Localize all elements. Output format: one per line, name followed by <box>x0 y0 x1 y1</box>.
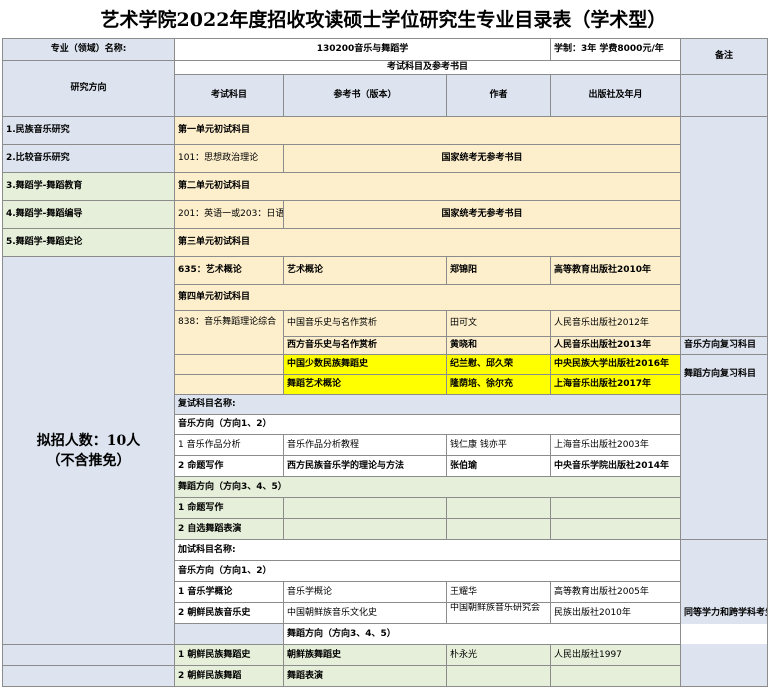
retest-music-subject: 2 命题写作 <box>174 455 284 477</box>
extra-dance-publisher: 人民出版社1997 <box>550 644 681 666</box>
duration-fee: 学制：3年 学费8000元/年 <box>550 38 681 61</box>
unit4-heading: 第四单元初试科目 <box>174 284 681 311</box>
unit4-publisher-highlighted: 上海音乐出版社2017年 <box>550 374 681 395</box>
direction-blank <box>174 623 284 645</box>
direction-item: 3.舞蹈学-舞蹈教育 <box>2 172 175 201</box>
extra-music-subject: 2 朝鲜民族音乐史 <box>174 602 284 624</box>
retest-music-author: 钱仁康 钱亦平 <box>446 434 551 456</box>
quota-note: （不含推免） <box>46 452 131 469</box>
extra-dance-author: 朴永光 <box>446 644 551 666</box>
unit4-book-highlighted: 中国少数民族舞蹈史 <box>283 354 447 375</box>
extra-dance-subject: 1 朝鲜民族舞蹈史 <box>174 644 284 666</box>
direction-item: 4.舞蹈学-舞蹈编导 <box>2 200 175 229</box>
unit1-heading: 第一单元初试科目 <box>174 116 681 145</box>
note-dance-review: 舞蹈方向复习科目 <box>680 354 768 395</box>
extra-music-book: 音乐学概论 <box>283 581 447 603</box>
col-subject-header: 考试科目 <box>174 74 284 117</box>
unit4-blank <box>174 354 284 375</box>
unit4-subject: 838：音乐舞蹈理论综合 <box>174 310 284 355</box>
extra-dance-author <box>446 665 551 687</box>
unit4-author-highlighted: 隆荫培、徐尔充 <box>446 374 551 395</box>
remarks-cell <box>680 394 768 540</box>
note-music-review: 音乐方向复习科目 <box>680 336 768 355</box>
retest-title: 复试科目名称: <box>174 394 681 415</box>
extra-music-subject: 1 音乐学概论 <box>174 581 284 603</box>
retest-dance-subject: 1 命题写作 <box>174 497 284 519</box>
unit4-book: 中国音乐史与名作赏析 <box>283 310 447 337</box>
major-value: 130200音乐与舞蹈学 <box>174 38 551 61</box>
unit4-book: 西方音乐史与名作赏析 <box>283 336 447 355</box>
retest-music-publisher: 上海音乐出版社2003年 <box>550 434 681 456</box>
extra-music-author: 中国朝鲜族音乐研究会 <box>446 602 551 624</box>
unit3-book: 艺术概论 <box>283 256 447 285</box>
extra-title: 加试科目名称: <box>174 539 681 561</box>
direction-blank <box>2 665 175 687</box>
col-author-header: 作者 <box>446 74 551 117</box>
extra-dance-book: 舞蹈表演 <box>283 665 447 687</box>
retest-dance-direction: 舞蹈方向（方向3、4、5） <box>174 476 681 498</box>
direction-item: 5.舞蹈学-舞蹈史论 <box>2 228 175 257</box>
retest-music-subject: 1 音乐作品分析 <box>174 434 284 456</box>
extra-dance-subject: 2 朝鲜民族舞蹈 <box>174 665 284 687</box>
retest-music-author: 张伯瑜 <box>446 455 551 477</box>
extra-dance-direction: 舞蹈方向（方向3、4、5） <box>283 623 768 645</box>
unit2-book: 国家统考无参考书目 <box>283 200 681 229</box>
catalog-table: 专业（领域）名称: 130200音乐与舞蹈学 学制：3年 学费8000元/年 备… <box>2 38 768 687</box>
retest-music-book: 西方民族音乐学的理论与方法 <box>283 455 447 477</box>
unit2-heading: 第二单元初试科目 <box>174 172 681 201</box>
extra-music-publisher: 民族出版社2010年 <box>550 602 681 624</box>
retest-music-book: 音乐作品分析教程 <box>283 434 447 456</box>
col-book-header: 参考书（版本） <box>283 74 447 117</box>
direction-item: 1.民族音乐研究 <box>2 116 175 145</box>
extra-dance-book: 朝鲜族舞蹈史 <box>283 644 447 666</box>
unit4-blank <box>174 374 284 395</box>
remarks-cell <box>680 74 768 117</box>
unit4-author: 田可文 <box>446 310 551 337</box>
unit2-subject: 201：英语一或203：日语 <box>174 200 284 229</box>
direction-blank <box>2 644 175 666</box>
retest-music-direction: 音乐方向（方向1、2） <box>174 414 681 435</box>
direction-header: 研究方向 <box>2 60 175 117</box>
remarks-header: 备注 <box>680 38 768 75</box>
quota-cell: 拟招人数：10人 （不含推免） <box>2 256 175 645</box>
unit3-publisher: 高等教育出版社2010年 <box>550 256 681 285</box>
exam-header: 考试科目及参考书目 <box>174 60 681 75</box>
extra-music-publisher: 高等教育出版社2005年 <box>550 581 681 603</box>
unit4-publisher: 人民音乐出版社2012年 <box>550 310 681 337</box>
unit4-book-highlighted: 舞蹈艺术概论 <box>283 374 447 395</box>
extra-note: 同等学力和跨学科考生需要加试 <box>680 539 768 687</box>
unit4-publisher-highlighted: 中央民族大学出版社2016年 <box>550 354 681 375</box>
extra-dance-publisher <box>550 665 681 687</box>
unit3-author: 郑锦阳 <box>446 256 551 285</box>
remarks-cell <box>680 116 768 337</box>
unit1-subject: 101：思想政治理论 <box>174 144 284 173</box>
extra-music-author: 王耀华 <box>446 581 551 603</box>
direction-item: 2.比较音乐研究 <box>2 144 175 173</box>
extra-music-book: 中国朝鲜族音乐文化史 <box>283 602 447 624</box>
page-title: 艺术学院2022年度招收攻读硕士学位研究生专业目录表（学术型） <box>100 9 667 31</box>
unit4-publisher: 人民音乐出版社2013年 <box>550 336 681 355</box>
unit4-author: 黄晓和 <box>446 336 551 355</box>
retest-dance-subject: 2 自选舞蹈表演 <box>174 518 284 540</box>
catalog-page: 艺术学院2022年度招收攻读硕士学位研究生专业目录表（学术型） 专业（领域）名称… <box>0 0 769 694</box>
major-label: 专业（领域）名称: <box>2 38 175 61</box>
unit3-subject: 635：艺术概论 <box>174 256 284 285</box>
col-publisher-header: 出版社及年月 <box>550 74 681 117</box>
retest-music-publisher: 中央音乐学院出版社2014年 <box>550 455 681 477</box>
unit4-author-highlighted: 纪兰慰、邱久荣 <box>446 354 551 375</box>
quota-count: 拟招人数：10人 <box>36 432 141 449</box>
extra-music-direction: 音乐方向（方向1、2） <box>174 560 681 582</box>
unit3-heading: 第三单元初试科目 <box>174 228 681 257</box>
unit1-book: 国家统考无参考书目 <box>283 144 681 173</box>
